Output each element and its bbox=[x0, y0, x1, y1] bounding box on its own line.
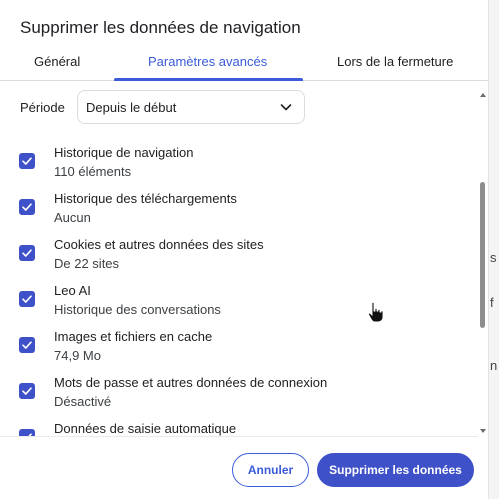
item-title: Images et fichiers en cache bbox=[54, 329, 213, 344]
item-subtitle: Désactivé bbox=[54, 394, 112, 409]
browsing-history-checkbox[interactable] bbox=[19, 153, 35, 169]
download-history-checkbox[interactable] bbox=[19, 199, 35, 215]
item-subtitle: De 22 sites bbox=[54, 256, 120, 271]
scroll-down-arrow-icon[interactable] bbox=[480, 429, 486, 433]
checkmark-icon bbox=[22, 249, 32, 257]
scrollbar-thumb[interactable] bbox=[480, 182, 485, 328]
tab-advanced[interactable]: Paramètres avancés bbox=[148, 54, 267, 69]
cache-checkbox[interactable] bbox=[19, 337, 35, 353]
item-subtitle: Aucun bbox=[54, 210, 91, 225]
background-text-fragment: n bbox=[490, 358, 498, 373]
clear-browsing-data-dialog: Supprimer les données de navigation Géné… bbox=[0, 0, 488, 499]
item-title: Cookies et autres données des sites bbox=[54, 237, 264, 252]
checkmark-icon bbox=[22, 157, 32, 165]
tab-bar: Général Paramètres avancés Lors de la fe… bbox=[0, 48, 488, 81]
cancel-button[interactable]: Annuler bbox=[232, 453, 309, 487]
item-subtitle: 74,9 Mo bbox=[54, 348, 101, 363]
period-select[interactable]: Depuis le début bbox=[77, 90, 305, 124]
data-type-list: Historique de navigation 110 éléments Hi… bbox=[0, 140, 478, 436]
item-title: Mots de passe et autres données de conne… bbox=[54, 375, 328, 390]
checkmark-icon bbox=[22, 341, 32, 349]
list-scrollbar[interactable] bbox=[478, 90, 488, 436]
item-title: Historique de navigation bbox=[54, 145, 194, 160]
list-item-cookies: Cookies et autres données des sites De 2… bbox=[0, 232, 470, 278]
delete-data-button[interactable]: Supprimer les données bbox=[317, 453, 474, 487]
background-text-fragment: s bbox=[490, 250, 497, 265]
footer-divider bbox=[0, 436, 478, 437]
item-subtitle: 110 éléments bbox=[54, 164, 132, 179]
list-item-browsing-history: Historique de navigation 110 éléments bbox=[0, 140, 470, 186]
checkmark-icon bbox=[22, 203, 32, 211]
chevron-down-icon bbox=[280, 104, 292, 111]
period-label: Période bbox=[20, 100, 65, 115]
active-tab-indicator bbox=[114, 78, 303, 81]
leo-ai-checkbox[interactable] bbox=[19, 291, 35, 307]
background-text-fragment: f bbox=[490, 295, 494, 310]
item-title: Historique des téléchargements bbox=[54, 191, 237, 206]
list-item-passwords: Mots de passe et autres données de conne… bbox=[0, 370, 470, 416]
passwords-checkbox[interactable] bbox=[19, 383, 35, 399]
list-item-cache: Images et fichiers en cache 74,9 Mo bbox=[0, 324, 470, 370]
tab-general[interactable]: Général bbox=[34, 54, 80, 69]
list-item-leo-ai: Leo AI Historique des conversations bbox=[0, 278, 470, 324]
scroll-up-arrow-icon[interactable] bbox=[480, 93, 486, 97]
item-title: Leo AI bbox=[54, 283, 91, 298]
cookies-checkbox[interactable] bbox=[19, 245, 35, 261]
checkmark-icon bbox=[22, 387, 32, 395]
checkmark-icon bbox=[22, 295, 32, 303]
list-item-autofill: Données de saisie automatique bbox=[0, 416, 470, 436]
autofill-checkbox[interactable] bbox=[19, 429, 35, 436]
list-item-download-history: Historique des téléchargements Aucun bbox=[0, 186, 470, 232]
hand-pointer-cursor-icon bbox=[367, 301, 384, 323]
period-select-value: Depuis le début bbox=[86, 100, 177, 115]
item-subtitle: Historique des conversations bbox=[54, 302, 221, 317]
dialog-title: Supprimer les données de navigation bbox=[20, 18, 301, 37]
tab-on-exit[interactable]: Lors de la fermeture bbox=[337, 54, 453, 69]
item-title: Données de saisie automatique bbox=[54, 421, 237, 436]
